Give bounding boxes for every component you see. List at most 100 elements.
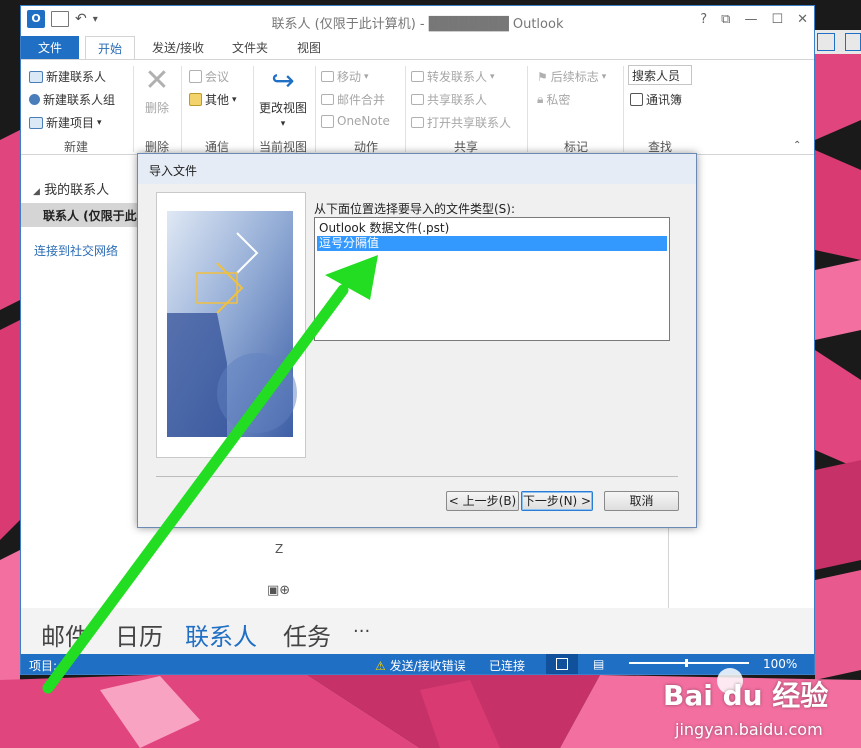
warning-icon: ⚠ xyxy=(375,659,386,673)
close-button[interactable]: ✕ xyxy=(797,12,808,27)
group-separator xyxy=(623,66,624,152)
address-book-icon xyxy=(630,93,643,106)
address-book-button[interactable]: 通讯簿 xyxy=(630,91,682,108)
change-view-label: 更改视图 xyxy=(258,101,307,115)
dropdown-arrow-icon: ▾ xyxy=(364,71,369,82)
forward-contact-icon xyxy=(411,71,424,82)
dialog-title-bar: 导入文件 xyxy=(138,154,696,184)
group-separator xyxy=(527,66,528,152)
mail-merge-button[interactable]: 邮件合并 xyxy=(321,91,385,108)
onenote-icon xyxy=(321,114,334,128)
collapse-triangle-icon: ◢ xyxy=(33,187,40,197)
private-button[interactable]: 🔒︎ 私密 xyxy=(537,91,570,108)
minimize-button[interactable]: — xyxy=(744,12,757,27)
back-button[interactable]: < 上一步(B) xyxy=(446,491,519,511)
file-type-listbox[interactable]: Outlook 数据文件(.pst) 逗号分隔值 xyxy=(314,217,670,341)
new-contact-button[interactable]: 新建联系人 xyxy=(29,68,106,85)
calendar-icon xyxy=(189,70,202,83)
share-contacts-icon xyxy=(411,94,424,105)
tab-send-receive[interactable]: 发送/接收 xyxy=(143,36,213,60)
contact-group-icon xyxy=(29,94,40,105)
onenote-label: OneNote xyxy=(337,114,390,128)
nav-calendar[interactable]: 日历 xyxy=(115,617,163,652)
status-items-count: 项目: 0 xyxy=(29,659,69,673)
collapse-ribbon-icon[interactable]: ⌃ xyxy=(793,140,801,151)
delete-button[interactable]: ✕ 删除 xyxy=(139,66,175,116)
zoom-slider[interactable] xyxy=(629,662,749,664)
send-receive-error-label: 发送/接收错误 xyxy=(389,659,466,673)
import-file-dialog: 导入文件 从下面位置选择要导入的文件类型(S): Outlook 数据文件(.p… xyxy=(137,153,697,528)
new-items-label: 新建项目 xyxy=(46,116,95,130)
ribbon-display-button[interactable]: ⧉ xyxy=(721,12,730,27)
group-separator xyxy=(181,66,182,152)
zoom-slider-thumb[interactable] xyxy=(685,659,688,667)
wizard-illustration xyxy=(156,192,306,458)
tab-folder[interactable]: 文件夹 xyxy=(225,36,275,60)
dropdown-arrow-icon: ▾ xyxy=(490,71,495,82)
open-shared-label: 打开共享联系人 xyxy=(427,116,512,130)
change-view-button[interactable]: ↪ 更改视图 ▾ xyxy=(257,64,309,130)
index-letter-z[interactable]: Z xyxy=(275,542,283,556)
change-view-arrow-icon: ↪ xyxy=(271,64,295,97)
new-items-button[interactable]: 新建项目 ▾ xyxy=(29,114,102,131)
move-button[interactable]: 移动 ▾ xyxy=(321,68,369,85)
grid-icon xyxy=(817,33,835,51)
dialog-title: 导入文件 xyxy=(149,164,198,178)
follow-up-label: 后续标志 xyxy=(550,70,599,84)
normal-view-button[interactable] xyxy=(546,654,578,674)
my-contacts-header[interactable]: ◢ 我的联系人 xyxy=(33,179,109,198)
more-icon xyxy=(189,93,202,106)
delete-x-icon: ✕ xyxy=(144,63,170,98)
follow-up-button[interactable]: ⚑ 后续标志 ▾ xyxy=(537,68,606,85)
delete-label: 删除 xyxy=(144,101,169,115)
move-label: 移动 xyxy=(337,70,362,84)
lock-icon: 🔒︎ xyxy=(537,92,544,106)
nav-contacts[interactable]: 联系人 xyxy=(185,617,257,652)
tab-file[interactable]: 文件 xyxy=(21,36,79,60)
share-contacts-label: 共享联系人 xyxy=(427,93,488,107)
new-items-icon xyxy=(29,116,43,129)
new-contact-group-button[interactable]: 新建联系人组 xyxy=(29,91,115,108)
open-shared-contacts-button[interactable]: 打开共享联系人 xyxy=(411,114,511,131)
meeting-button[interactable]: 会议 xyxy=(189,68,229,85)
window-controls: ? ⧉ — ☐ ✕ xyxy=(700,12,808,27)
dropdown-arrow-icon: ▾ xyxy=(280,119,286,129)
new-contact-label: 新建联系人 xyxy=(46,70,107,84)
connect-social-network-link[interactable]: 连接到社交网络 xyxy=(34,242,118,259)
reading-view-icon[interactable]: ▤ xyxy=(593,657,604,671)
nav-more[interactable]: ··· xyxy=(353,621,370,642)
more-button[interactable]: 其他 ▾ xyxy=(189,91,237,108)
dialog-divider xyxy=(156,476,678,477)
next-button[interactable]: 下一步(N) > xyxy=(521,491,593,511)
watermark-brand: Bai du 经验 xyxy=(663,679,829,712)
tab-home[interactable]: 开始 xyxy=(85,36,135,60)
ribbon-tabs xyxy=(21,36,814,60)
contact-card-icon xyxy=(29,70,43,83)
search-people-input[interactable]: 搜索人员 xyxy=(628,65,692,85)
watermark-url: jingyan.baidu.com xyxy=(675,720,823,739)
group-label-new: 新建 xyxy=(63,140,88,154)
address-book-label: 通讯簿 xyxy=(646,93,683,107)
contact-card-globe-icon[interactable]: ▣⊕ xyxy=(267,583,290,598)
onenote-button[interactable]: OneNote xyxy=(321,114,390,128)
dropdown-arrow-icon: ▾ xyxy=(601,71,607,82)
cancel-button[interactable]: 取消 xyxy=(604,491,679,511)
forward-contact-button[interactable]: 转发联系人 ▾ xyxy=(411,68,495,85)
mail-merge-icon xyxy=(321,94,334,105)
background-window-toolbar xyxy=(815,30,861,54)
send-receive-error-status[interactable]: ⚠ 发送/接收错误 xyxy=(375,657,466,674)
nav-mail[interactable]: 邮件 xyxy=(41,617,89,652)
dropdown-arrow-icon: ▾ xyxy=(232,94,237,105)
baidu-watermark: Bai du 经验 jingyan.baidu.com xyxy=(655,668,861,748)
file-type-option-selected[interactable]: 逗号分隔值 xyxy=(317,236,667,251)
file-type-option[interactable]: Outlook 数据文件(.pst) xyxy=(317,221,667,236)
move-icon xyxy=(321,71,334,82)
nav-tasks[interactable]: 任务 xyxy=(283,617,331,652)
tab-view[interactable]: 视图 xyxy=(287,36,331,60)
more-label: 其他 xyxy=(205,93,230,107)
help-button[interactable]: ? xyxy=(700,12,707,27)
new-contact-group-label: 新建联系人组 xyxy=(43,93,116,107)
maximize-button[interactable]: ☐ xyxy=(771,12,783,27)
share-contacts-button[interactable]: 共享联系人 xyxy=(411,91,487,108)
grid-icon xyxy=(845,33,861,51)
